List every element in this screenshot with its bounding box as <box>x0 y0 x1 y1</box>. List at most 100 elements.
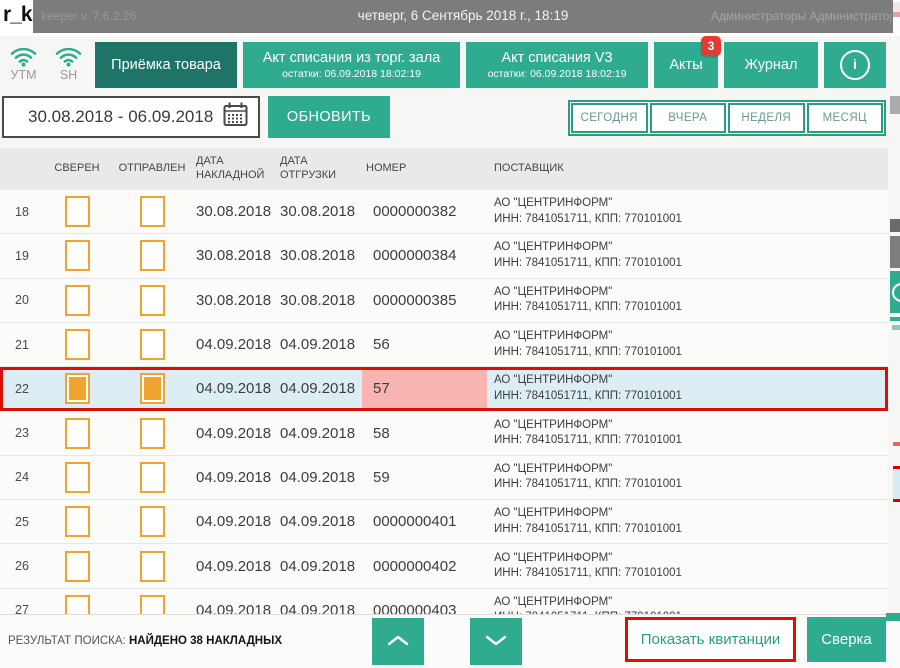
checked-checkbox[interactable] <box>64 461 90 493</box>
window-edge-fragment <box>886 613 900 621</box>
ship-date-cell: 04.09.2018 <box>280 380 356 398</box>
ship-date-cell: 30.08.2018 <box>280 247 356 265</box>
table-row[interactable]: 23 04.09.2018 04.09.2018 58 АО "ЦЕНТРИНФ… <box>0 411 888 456</box>
reconciliation-button[interactable]: Сверка <box>807 617 886 662</box>
sent-checkbox[interactable] <box>139 240 165 272</box>
sent-checkbox[interactable] <box>139 506 165 538</box>
invoice-number-cell: 58 <box>373 424 390 442</box>
row-number: 24 <box>15 470 29 485</box>
checked-checkbox[interactable] <box>64 240 90 272</box>
ship-date-cell: 30.08.2018 <box>280 203 356 221</box>
invoice-date-cell: 04.09.2018 <box>196 380 272 398</box>
date-range-picker[interactable]: 30.08.2018 - 06.09.2018 <box>2 96 260 138</box>
supplier-name: АО "ЦЕНТРИНФОРМ" <box>494 374 613 387</box>
wifi-icon <box>7 45 40 67</box>
checked-checkbox[interactable] <box>64 373 90 405</box>
acts-count-badge: 3 <box>701 36 721 56</box>
table-row[interactable]: 21 04.09.2018 04.09.2018 56 АО "ЦЕНТРИНФ… <box>0 322 888 368</box>
scrollbar-fragment[interactable] <box>890 96 900 114</box>
invoice-number-cell: 0000000401 <box>373 513 457 531</box>
supplier-inn-kpp: ИНН: 7841051711, КПП: 770101001 <box>494 522 682 535</box>
filter-yesterday-button[interactable]: ВЧЕРА <box>649 103 726 133</box>
filter-today-button[interactable]: СЕГОДНЯ <box>571 103 648 133</box>
scroll-down-button[interactable] <box>470 618 522 665</box>
app-logo: r_k <box>3 3 33 26</box>
ship-date-cell: 30.08.2018 <box>280 291 356 309</box>
journal-button[interactable]: Журнал <box>724 42 818 88</box>
info-button[interactable]: i <box>824 42 886 88</box>
window-edge-fragment <box>890 271 900 313</box>
supplier-cell: АО "ЦЕНТРИНФОРМ" ИНН: 7841051711, КПП: 7… <box>487 240 888 271</box>
refresh-button[interactable]: ОБНОВИТЬ <box>268 96 390 138</box>
checked-checkbox[interactable] <box>64 284 90 316</box>
table-row[interactable]: 20 30.08.2018 30.08.2018 0000000385 АО "… <box>0 278 888 323</box>
window-edge-fragment <box>890 236 900 268</box>
sent-checkbox[interactable] <box>139 594 165 614</box>
row-number: 20 <box>15 293 29 308</box>
supplier-name: АО "ЦЕНТРИНФОРМ" <box>494 197 613 210</box>
window-edge-fragment <box>893 466 900 502</box>
checked-checkbox[interactable] <box>64 196 90 228</box>
invoice-number-cell: 57 <box>362 367 487 411</box>
sent-checkbox[interactable] <box>139 284 165 316</box>
utm-label: УТМ <box>10 68 37 82</box>
calendar-icon <box>222 101 249 133</box>
invoice-number-cell: 56 <box>373 336 390 354</box>
supplier-name: АО "ЦЕНТРИНФОРМ" <box>494 595 613 608</box>
header-supplier: ПОСТАВЩИК <box>494 162 564 175</box>
writeoff-act-v3-button[interactable]: Акт списания V3 остатки: 06.09.2018 18:0… <box>466 42 648 88</box>
checked-checkbox[interactable] <box>64 550 90 582</box>
table-row[interactable]: 26 04.09.2018 04.09.2018 0000000402 АО "… <box>0 544 888 589</box>
checked-checkbox[interactable] <box>64 594 90 614</box>
supplier-name: АО "ЦЕНТРИНФОРМ" <box>494 330 613 343</box>
writeoff-act-v3-subtitle: остатки: 06.09.2018 18:02:19 <box>487 68 627 80</box>
invoice-date-cell: 30.08.2018 <box>196 247 272 265</box>
goods-acceptance-button[interactable]: Приёмка товара <box>95 42 237 88</box>
sent-checkbox[interactable] <box>139 329 165 361</box>
filter-week-button[interactable]: НЕДЕЛЯ <box>728 103 805 133</box>
table-row[interactable]: 18 30.08.2018 30.08.2018 0000000382 АО "… <box>0 190 888 235</box>
row-number: 18 <box>15 204 29 219</box>
filter-month-button[interactable]: МЕСЯЦ <box>806 103 883 133</box>
search-result-text: РЕЗУЛЬТАТ ПОИСКА: НАЙДЕНО 38 НАКЛАДНЫХ <box>8 635 282 647</box>
sh-label: SH <box>59 68 78 82</box>
sent-checkbox[interactable] <box>139 196 165 228</box>
supplier-name: АО "ЦЕНТРИНФОРМ" <box>494 462 613 475</box>
table-row[interactable]: 22 04.09.2018 04.09.2018 57 АО "ЦЕНТРИНФ… <box>0 367 888 412</box>
writeoff-act-hall-subtitle: остатки: 06.09.2018 18:02:19 <box>282 68 421 80</box>
show-receipts-button[interactable]: Показать квитанции <box>625 617 796 662</box>
ship-date-cell: 04.09.2018 <box>280 468 356 486</box>
header-sent: ОТПРАВЛЕН <box>118 162 186 175</box>
invoice-number-cell: 0000000384 <box>373 247 457 265</box>
row-number: 22 <box>15 381 29 396</box>
invoice-date-cell: 04.09.2018 <box>196 557 272 575</box>
supplier-name: АО "ЦЕНТРИНФОРМ" <box>494 285 613 298</box>
invoice-date-cell: 30.08.2018 <box>196 203 272 221</box>
checked-checkbox[interactable] <box>64 417 90 449</box>
checked-checkbox[interactable] <box>64 329 90 361</box>
table-row[interactable]: 25 04.09.2018 04.09.2018 0000000401 АО "… <box>0 500 888 545</box>
current-user-label: Администраторы Администратор <box>711 9 891 23</box>
checked-checkbox[interactable] <box>64 506 90 538</box>
invoice-table-body: 18 30.08.2018 30.08.2018 0000000382 АО "… <box>0 190 888 614</box>
invoice-date-cell: 04.09.2018 <box>196 336 272 354</box>
sent-checkbox[interactable] <box>139 373 165 405</box>
supplier-inn-kpp: ИНН: 7841051711, КПП: 770101001 <box>494 434 682 447</box>
supplier-inn-kpp: ИНН: 7841051711, КПП: 770101001 <box>494 212 682 225</box>
table-row[interactable]: 27 04.09.2018 04.09.2018 0000000403 АО "… <box>0 588 888 614</box>
sent-checkbox[interactable] <box>139 550 165 582</box>
wifi-icon <box>52 45 85 67</box>
acts-button[interactable]: Акты 3 <box>654 36 721 88</box>
table-row[interactable]: 19 30.08.2018 30.08.2018 0000000384 АО "… <box>0 234 888 279</box>
writeoff-act-hall-button[interactable]: Акт списания из торг. зала остатки: 06.0… <box>243 42 460 88</box>
scroll-up-button[interactable] <box>372 618 424 665</box>
window-edge-fragment <box>890 317 900 321</box>
supplier-cell: АО "ЦЕНТРИНФОРМ" ИНН: 7841051711, КПП: 7… <box>487 329 888 360</box>
invoice-date-cell: 04.09.2018 <box>196 468 272 486</box>
row-number: 27 <box>15 603 29 614</box>
sent-checkbox[interactable] <box>139 461 165 493</box>
invoice-date-cell: 04.09.2018 <box>196 424 272 442</box>
row-number: 26 <box>15 559 29 574</box>
sent-checkbox[interactable] <box>139 417 165 449</box>
table-row[interactable]: 24 04.09.2018 04.09.2018 59 АО "ЦЕНТРИНФ… <box>0 455 888 501</box>
